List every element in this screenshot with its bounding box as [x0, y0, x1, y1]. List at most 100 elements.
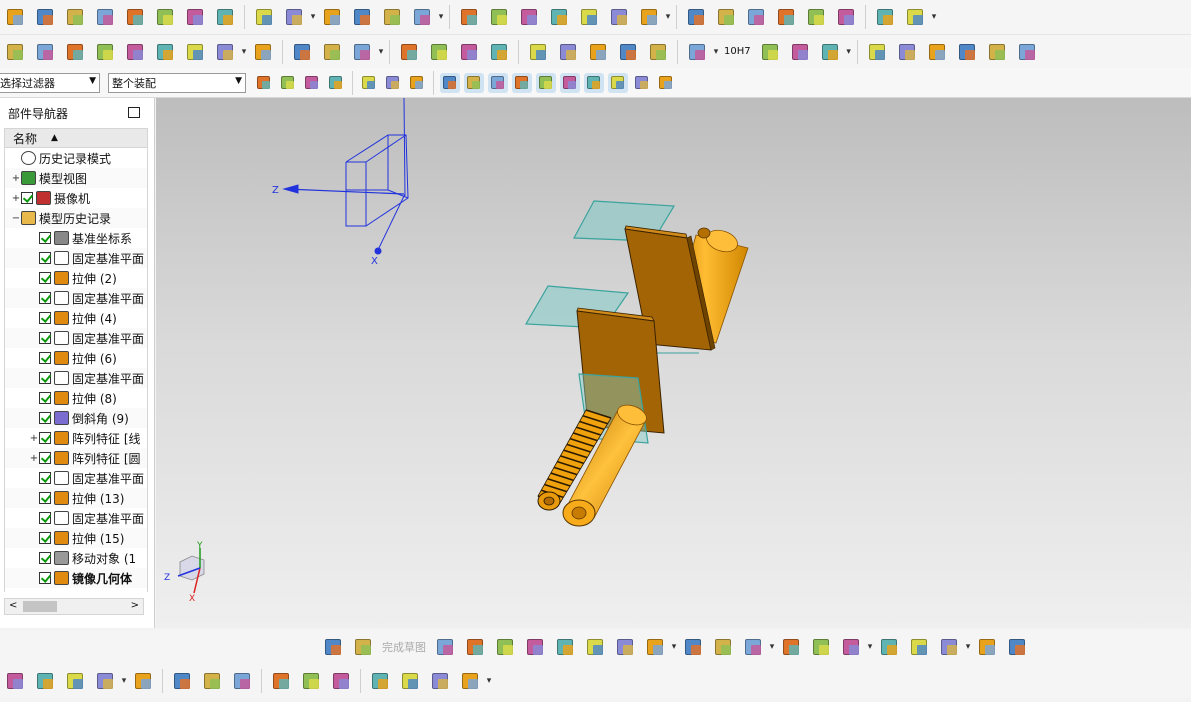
draft-icon[interactable]	[486, 4, 512, 30]
graphics-viewport[interactable]: Z X Y X Z	[156, 98, 1191, 628]
maximize-icon[interactable]	[128, 107, 140, 118]
new-component-icon[interactable]	[92, 668, 118, 694]
spline-icon[interactable]	[250, 39, 276, 65]
section-view-icon[interactable]	[787, 39, 813, 65]
polygon-icon[interactable]	[642, 634, 668, 660]
route-icon[interactable]	[427, 668, 453, 694]
dropdown-arrow-icon[interactable]: ▾	[930, 12, 938, 22]
wave-linker-icon[interactable]	[62, 39, 88, 65]
tree-node[interactable]: 拉伸 (15)	[5, 528, 147, 548]
assembly-scope-dropdown[interactable]: 整个装配 ▼	[108, 72, 246, 93]
visibility-checkbox[interactable]	[39, 312, 51, 324]
tree-node[interactable]: + 模型视图	[5, 168, 147, 188]
tree-node[interactable]: 拉伸 (6)	[5, 348, 147, 368]
studio-surface-icon[interactable]	[289, 39, 315, 65]
project-curve-icon[interactable]	[1014, 39, 1040, 65]
fillet-curve-icon[interactable]	[954, 39, 980, 65]
offset-face-icon[interactable]	[319, 4, 345, 30]
face-icon[interactable]	[383, 73, 403, 93]
through-curves-icon[interactable]	[683, 4, 709, 30]
point-icon[interactable]	[302, 73, 322, 93]
smart-point-icon[interactable]	[645, 39, 671, 65]
cylinder-icon[interactable]	[92, 4, 118, 30]
view-icon[interactable]	[615, 39, 641, 65]
ruled-surface-icon[interactable]	[636, 4, 662, 30]
offset-curve-icon[interactable]	[984, 39, 1010, 65]
pattern-icon[interactable]	[212, 4, 238, 30]
rename-icon[interactable]	[212, 39, 238, 65]
dropdown-arrow-icon[interactable]: ▾	[964, 642, 972, 652]
sketch-task-icon[interactable]	[320, 634, 346, 660]
triangle-icon[interactable]	[525, 39, 551, 65]
thread-icon[interactable]	[319, 39, 345, 65]
thicken-icon[interactable]	[349, 4, 375, 30]
tree-node[interactable]: 倒斜角 (9)	[5, 408, 147, 428]
tree-node[interactable]: 拉伸 (2)	[5, 268, 147, 288]
split-body-icon[interactable]	[576, 4, 602, 30]
hole-icon[interactable]	[251, 4, 277, 30]
tree-node[interactable]: 拉伸 (4)	[5, 308, 147, 328]
tree-node[interactable]: 固定基准平面	[5, 248, 147, 268]
visibility-checkbox[interactable]	[39, 272, 51, 284]
revolve-icon[interactable]	[122, 4, 148, 30]
bolt-icon[interactable]	[426, 39, 452, 65]
sweep-icon[interactable]	[152, 4, 178, 30]
edge-blend-icon[interactable]	[409, 4, 435, 30]
studio-spline-icon[interactable]	[924, 39, 950, 65]
rectangle-icon[interactable]	[612, 634, 638, 660]
visibility-checkbox[interactable]	[39, 472, 51, 484]
tolerance-icon[interactable]	[757, 39, 783, 65]
swoop-icon[interactable]	[773, 4, 799, 30]
mate-icon[interactable]	[152, 39, 178, 65]
block-icon[interactable]	[62, 4, 88, 30]
library-icon[interactable]	[817, 39, 843, 65]
expand-toggle-icon[interactable]: +	[29, 433, 39, 444]
body-icon[interactable]	[407, 73, 427, 93]
add-component-icon[interactable]	[122, 39, 148, 65]
finish-sketch-icon[interactable]	[350, 634, 376, 660]
end-point-icon[interactable]	[440, 72, 460, 93]
tangent-point-icon[interactable]	[632, 73, 652, 93]
boolean-unite-icon[interactable]	[2, 4, 28, 30]
circle-icon[interactable]	[522, 634, 548, 660]
visibility-checkbox[interactable]	[39, 412, 51, 424]
move-component-icon[interactable]	[298, 668, 324, 694]
mid-point-icon[interactable]	[464, 72, 484, 93]
move-face-icon[interactable]	[872, 4, 898, 30]
visibility-checkbox[interactable]	[39, 392, 51, 404]
intersection-icon[interactable]	[512, 72, 532, 93]
visibility-checkbox[interactable]	[39, 532, 51, 544]
tree-node[interactable]: + 阵列特征 [圆	[5, 448, 147, 468]
sequence-icon[interactable]	[367, 668, 393, 694]
curve-icon[interactable]	[326, 73, 346, 93]
fillet-icon[interactable]	[552, 634, 578, 660]
expand-toggle-icon[interactable]: −	[11, 213, 21, 224]
dimension-icon[interactable]	[684, 39, 710, 65]
visibility-checkbox[interactable]	[39, 572, 51, 584]
display-constraints-icon[interactable]	[974, 634, 1000, 660]
layer-settings-icon[interactable]	[32, 39, 58, 65]
component-icon[interactable]	[32, 668, 58, 694]
visibility-checkbox[interactable]	[39, 372, 51, 384]
tree-node[interactable]: 基准坐标系	[5, 228, 147, 248]
tree-node[interactable]: 历史记录模式	[5, 148, 147, 168]
datum-csys[interactable]	[282, 98, 409, 255]
dropdown-arrow-icon[interactable]: ▾	[120, 676, 128, 686]
reference-set-icon[interactable]	[457, 668, 483, 694]
convert-reference-icon[interactable]	[1004, 634, 1030, 660]
select-box-icon[interactable]	[359, 73, 379, 93]
wave-icon[interactable]	[229, 668, 255, 694]
visibility-checkbox[interactable]	[21, 192, 33, 204]
scroll-left-icon[interactable]: <	[9, 600, 17, 611]
visibility-checkbox[interactable]	[39, 252, 51, 264]
tree-node[interactable]: 固定基准平面	[5, 508, 147, 528]
replace-face-icon[interactable]	[902, 4, 928, 30]
n-sided-icon[interactable]	[743, 4, 769, 30]
tree-node[interactable]: 拉伸 (13)	[5, 488, 147, 508]
tree-node[interactable]: 固定基准平面	[5, 328, 147, 348]
scroll-right-icon[interactable]: >	[131, 600, 139, 611]
dropdown-arrow-icon[interactable]: ▾	[437, 12, 445, 22]
finish-sketch-label[interactable]: 完成草图	[382, 639, 426, 655]
dropdown-arrow-icon[interactable]: ▾	[712, 47, 720, 57]
arc-icon[interactable]	[894, 39, 920, 65]
